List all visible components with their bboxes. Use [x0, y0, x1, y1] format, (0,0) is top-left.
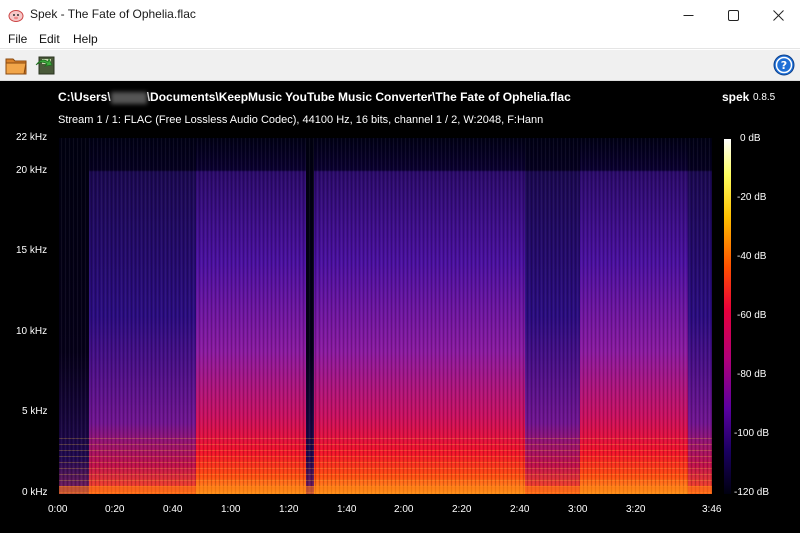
time-label: 2:20	[452, 504, 472, 515]
time-label: 1:20	[279, 504, 299, 515]
time-label: 2:00	[394, 504, 414, 515]
db-label: 0 dB	[740, 133, 761, 144]
save-icon	[35, 56, 55, 75]
db-label: -40 dB	[737, 251, 767, 262]
help-icon: ?	[773, 54, 795, 76]
db-label: -20 dB	[737, 192, 767, 203]
menu-file[interactable]: File	[8, 32, 27, 46]
minimize-icon	[683, 14, 693, 16]
stream-info: Stream 1 / 1: FLAC (Free Lossless Audio …	[58, 114, 544, 126]
db-label: -120 dB	[734, 487, 770, 498]
freq-label: 0 kHz	[22, 487, 48, 498]
redacted-username	[110, 91, 147, 104]
close-icon	[772, 9, 784, 21]
time-label: 3:46	[702, 504, 722, 515]
time-label: 0:20	[105, 504, 125, 515]
freq-label: 15 kHz	[16, 245, 48, 256]
close-button[interactable]	[756, 0, 800, 30]
time-label: 2:40	[510, 504, 530, 515]
db-label: -80 dB	[737, 369, 767, 380]
app-name: spek	[722, 90, 750, 104]
menu-edit[interactable]: Edit	[39, 32, 60, 46]
file-path: C:\Users\ \Documents\KeepMusic YouTube Mu…	[58, 90, 571, 104]
time-label: 1:00	[221, 504, 241, 515]
spectrogram-panel: C:\Users\ \Documents\KeepMusic YouTube Mu…	[0, 81, 800, 533]
spek-app-icon	[8, 10, 24, 22]
file-path-prefix: C:\Users\	[58, 90, 111, 104]
time-label: 0:00	[48, 504, 68, 515]
title-bar: Spek - The Fate of Ophelia.flac	[0, 0, 800, 30]
window-title: Spek - The Fate of Ophelia.flac	[30, 7, 196, 21]
freq-label: 10 kHz	[16, 326, 48, 337]
maximize-icon	[727, 9, 739, 21]
help-button[interactable]: ?	[772, 53, 796, 77]
freq-label: 22 kHz	[16, 132, 48, 143]
time-label: 1:40	[337, 504, 357, 515]
svg-text:?: ?	[781, 59, 787, 72]
spectrogram-image	[59, 138, 712, 494]
maximize-button[interactable]	[711, 0, 755, 30]
menu-bar: File Edit Help	[0, 30, 800, 49]
db-color-scale	[724, 139, 731, 494]
db-label: -60 dB	[737, 310, 767, 321]
time-label: 3:00	[568, 504, 588, 515]
freq-label: 5 kHz	[22, 406, 48, 417]
file-path-suffix: \Documents\KeepMusic YouTube Music Conve…	[146, 90, 571, 104]
minimize-button[interactable]	[666, 0, 710, 30]
menu-help[interactable]: Help	[73, 32, 98, 46]
save-button[interactable]	[33, 53, 57, 77]
db-label: -100 dB	[734, 428, 770, 439]
open-button[interactable]	[4, 53, 28, 77]
time-label: 0:40	[163, 504, 183, 515]
toolbar: ?	[0, 50, 800, 81]
app-version: 0.8.5	[753, 92, 776, 103]
time-label: 3:20	[626, 504, 646, 515]
freq-label: 20 kHz	[16, 165, 48, 176]
open-folder-icon	[5, 58, 27, 75]
